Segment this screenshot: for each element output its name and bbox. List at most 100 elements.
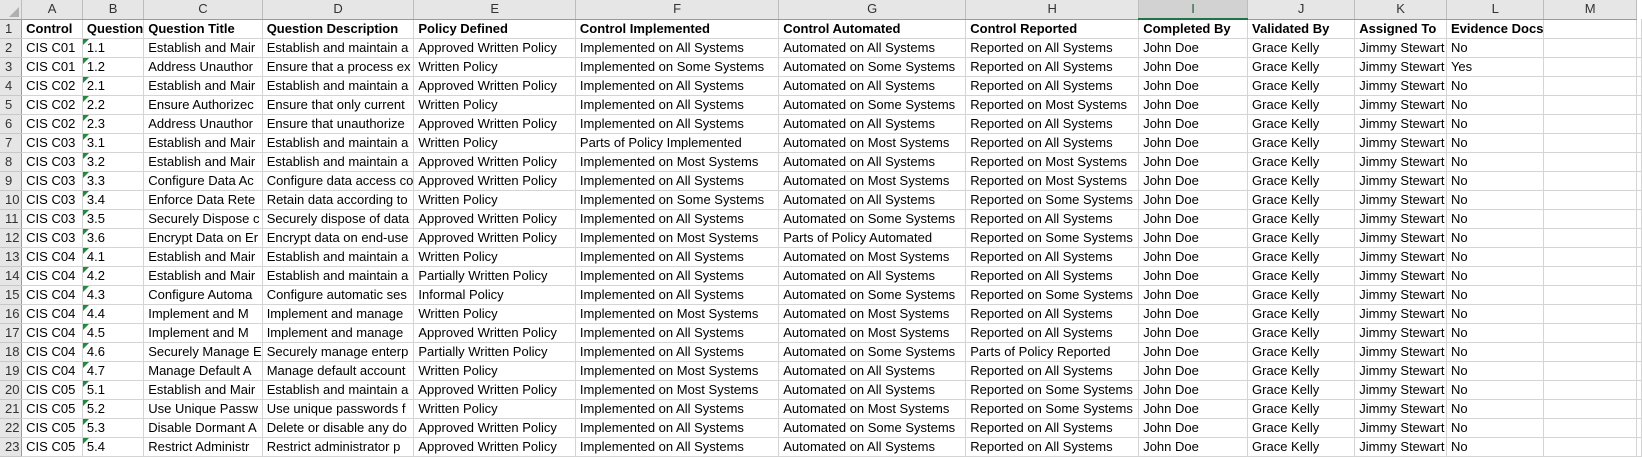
- cell[interactable]: Grace Kelly: [1247, 342, 1356, 362]
- cell[interactable]: No: [1446, 266, 1545, 286]
- header-cell[interactable]: Evidence Docs: [1446, 19, 1545, 39]
- cell[interactable]: Grace Kelly: [1247, 38, 1356, 58]
- cell[interactable]: John Doe: [1138, 285, 1249, 305]
- cell[interactable]: Reported on All Systems: [965, 57, 1140, 77]
- cell[interactable]: 3.4: [82, 190, 145, 210]
- cell[interactable]: Jimmy Stewart: [1354, 285, 1447, 305]
- cell[interactable]: John Doe: [1138, 95, 1249, 115]
- cell[interactable]: CIS C04: [21, 285, 83, 305]
- cell[interactable]: CIS C01: [21, 57, 83, 77]
- empty-cell[interactable]: [1636, 380, 1642, 400]
- cell[interactable]: Grace Kelly: [1247, 190, 1356, 210]
- cell[interactable]: Automated on Most Systems: [778, 171, 967, 191]
- column-header-d[interactable]: D: [262, 0, 415, 20]
- cell[interactable]: Jimmy Stewart: [1354, 76, 1447, 96]
- empty-cell[interactable]: [1636, 114, 1642, 134]
- header-cell[interactable]: Policy Defined: [413, 19, 576, 39]
- cell[interactable]: CIS C04: [21, 323, 83, 343]
- cell[interactable]: Automated on Some Systems: [778, 57, 967, 77]
- cell[interactable]: Approved Written Policy: [413, 38, 576, 58]
- cell[interactable]: Establish and maintain a: [262, 380, 415, 400]
- empty-cell[interactable]: [1636, 152, 1642, 172]
- row-header[interactable]: 6: [0, 114, 23, 134]
- cell[interactable]: Automated on Some Systems: [778, 209, 967, 229]
- cell[interactable]: [1543, 133, 1637, 153]
- cell[interactable]: [1543, 399, 1637, 419]
- cell[interactable]: Automated on All Systems: [778, 152, 967, 172]
- cell[interactable]: John Doe: [1138, 323, 1249, 343]
- row-header[interactable]: 2: [0, 38, 23, 58]
- cell[interactable]: No: [1446, 323, 1545, 343]
- cell[interactable]: No: [1446, 114, 1545, 134]
- cell[interactable]: CIS C05: [21, 399, 83, 419]
- cell[interactable]: Written Policy: [413, 57, 576, 77]
- cell[interactable]: 4.2: [82, 266, 145, 286]
- cell[interactable]: [1543, 285, 1637, 305]
- cell[interactable]: Automated on Most Systems: [778, 247, 967, 267]
- row-header[interactable]: 5: [0, 95, 23, 115]
- cell[interactable]: CIS C02: [21, 76, 83, 96]
- cell[interactable]: Implemented on All Systems: [575, 285, 780, 305]
- cell[interactable]: Automated on Most Systems: [778, 133, 967, 153]
- cell[interactable]: Configure Data Ac: [143, 171, 263, 191]
- cell[interactable]: No: [1446, 76, 1545, 96]
- cell[interactable]: CIS C03: [21, 209, 83, 229]
- cell[interactable]: [1543, 95, 1637, 115]
- cell[interactable]: Implemented on All Systems: [575, 114, 780, 134]
- empty-cell[interactable]: [1636, 266, 1642, 286]
- row-header[interactable]: 14: [0, 266, 23, 286]
- header-cell[interactable]: [1543, 19, 1637, 39]
- cell[interactable]: Jimmy Stewart: [1354, 57, 1447, 77]
- cell[interactable]: Jimmy Stewart: [1354, 190, 1447, 210]
- cell[interactable]: Grace Kelly: [1247, 437, 1356, 457]
- cell[interactable]: Approved Written Policy: [413, 437, 576, 457]
- cell[interactable]: Jimmy Stewart: [1354, 152, 1447, 172]
- cell[interactable]: Reported on Most Systems: [965, 152, 1140, 172]
- cell[interactable]: Implemented on Most Systems: [575, 380, 780, 400]
- row-header[interactable]: 3: [0, 57, 23, 77]
- cell[interactable]: 4.1: [82, 247, 145, 267]
- cell[interactable]: Reported on Some Systems: [965, 399, 1140, 419]
- cell[interactable]: Grace Kelly: [1247, 247, 1356, 267]
- cell[interactable]: Implemented on Most Systems: [575, 228, 780, 248]
- cell[interactable]: 5.1: [82, 380, 145, 400]
- cell[interactable]: Reported on Some Systems: [965, 190, 1140, 210]
- column-header-l[interactable]: L: [1446, 0, 1545, 20]
- cell[interactable]: No: [1446, 38, 1545, 58]
- cell[interactable]: Jimmy Stewart: [1354, 114, 1447, 134]
- cell[interactable]: Implemented on All Systems: [575, 323, 780, 343]
- select-all-button[interactable]: [0, 0, 23, 20]
- cell[interactable]: Securely Manage E: [143, 342, 263, 362]
- cell[interactable]: Implemented on All Systems: [575, 399, 780, 419]
- cell[interactable]: Reported on All Systems: [965, 418, 1140, 438]
- column-header-a[interactable]: A: [21, 0, 83, 20]
- empty-cell[interactable]: [1636, 342, 1642, 362]
- empty-cell[interactable]: [1636, 38, 1642, 58]
- cell[interactable]: CIS C04: [21, 247, 83, 267]
- cell[interactable]: 1.1: [82, 38, 145, 58]
- cell[interactable]: Parts of Policy Reported: [965, 342, 1140, 362]
- cell[interactable]: Automated on All Systems: [778, 190, 967, 210]
- cell[interactable]: Enforce Data Rete: [143, 190, 263, 210]
- cell[interactable]: Establish and maintain a: [262, 133, 415, 153]
- row-header[interactable]: 16: [0, 304, 23, 324]
- cell[interactable]: Automated on Most Systems: [778, 399, 967, 419]
- cell[interactable]: Automated on Most Systems: [778, 304, 967, 324]
- cell[interactable]: John Doe: [1138, 152, 1249, 172]
- empty-cell[interactable]: [1636, 323, 1642, 343]
- cell[interactable]: [1543, 171, 1637, 191]
- cell[interactable]: Jimmy Stewart: [1354, 361, 1447, 381]
- cell[interactable]: 3.6: [82, 228, 145, 248]
- cell[interactable]: 5.2: [82, 399, 145, 419]
- cell[interactable]: Manage Default A: [143, 361, 263, 381]
- cell[interactable]: Approved Written Policy: [413, 76, 576, 96]
- cell[interactable]: [1543, 247, 1637, 267]
- cell[interactable]: John Doe: [1138, 418, 1249, 438]
- empty-cell[interactable]: [1636, 437, 1642, 457]
- cell[interactable]: Automated on Some Systems: [778, 95, 967, 115]
- cell[interactable]: John Doe: [1138, 266, 1249, 286]
- cell[interactable]: Written Policy: [413, 133, 576, 153]
- cell[interactable]: 4.3: [82, 285, 145, 305]
- empty-cell[interactable]: [1636, 418, 1642, 438]
- cell[interactable]: Automated on All Systems: [778, 437, 967, 457]
